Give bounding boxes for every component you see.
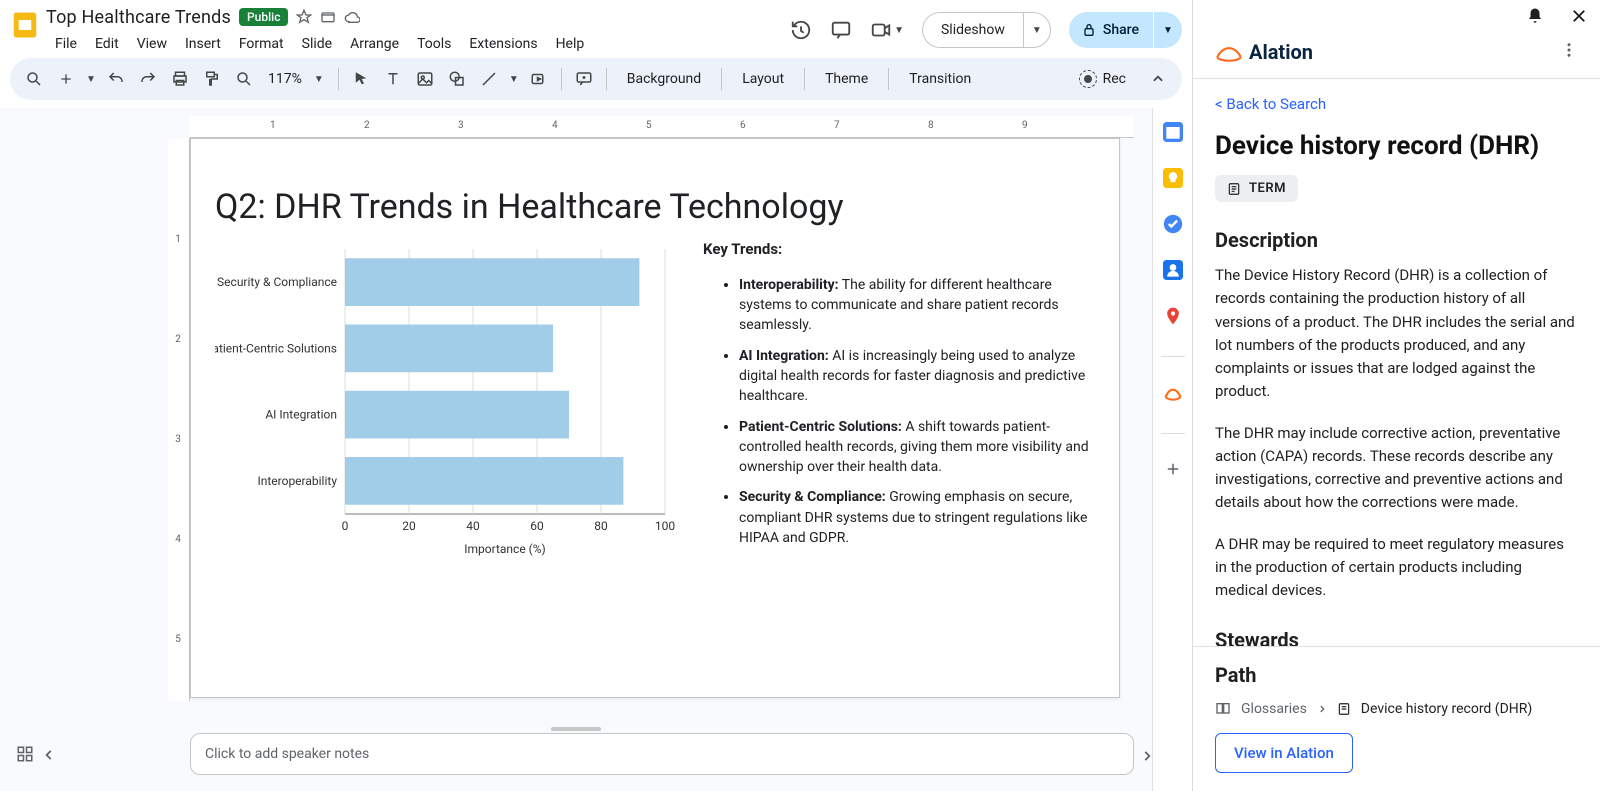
svg-text:AI Integration: AI Integration bbox=[265, 408, 337, 422]
line-icon[interactable] bbox=[475, 65, 503, 93]
layout-button[interactable]: Layout bbox=[730, 71, 796, 87]
trend-item[interactable]: Security & Compliance: Growing emphasis … bbox=[739, 487, 1095, 548]
term-icon bbox=[1337, 702, 1351, 716]
term-title: Device history record (DHR) bbox=[1215, 131, 1578, 161]
share-button[interactable]: Share bbox=[1069, 12, 1153, 48]
svg-text:20: 20 bbox=[402, 519, 416, 533]
slideshow-dropdown[interactable]: ▼ bbox=[1023, 12, 1051, 48]
stewards-heading: Stewards bbox=[1215, 628, 1578, 646]
trend-item[interactable]: Patient-Centric Solutions: A shift towar… bbox=[739, 417, 1095, 478]
transition-button[interactable]: Transition bbox=[897, 71, 983, 87]
cloud-status-icon[interactable] bbox=[344, 9, 360, 25]
glossary-icon bbox=[1215, 701, 1231, 717]
zoom-tool-icon[interactable] bbox=[230, 65, 258, 93]
tasks-app-icon[interactable] bbox=[1163, 214, 1183, 238]
menu-extensions[interactable]: Extensions bbox=[460, 30, 546, 58]
path-root[interactable]: Glossaries bbox=[1241, 701, 1307, 717]
back-to-search-link[interactable]: < Back to Search bbox=[1215, 95, 1578, 113]
alation-brand: Alation bbox=[1215, 40, 1313, 64]
alation-app-icon[interactable] bbox=[1163, 383, 1183, 407]
path-leaf[interactable]: Device history record (DHR) bbox=[1361, 701, 1532, 717]
menu-edit[interactable]: Edit bbox=[86, 30, 128, 58]
menu-help[interactable]: Help bbox=[547, 30, 594, 58]
doc-title[interactable]: Top Healthcare Trends bbox=[46, 7, 231, 28]
svg-text:100: 100 bbox=[655, 519, 675, 533]
svg-text:80: 80 bbox=[594, 519, 608, 533]
insert-video-icon[interactable] bbox=[525, 65, 553, 93]
description-heading: Description bbox=[1215, 228, 1578, 252]
redo-icon[interactable] bbox=[134, 65, 162, 93]
line-dropdown[interactable]: ▼ bbox=[507, 65, 521, 93]
description-paragraph: A DHR may be required to meet regulatory… bbox=[1215, 533, 1578, 603]
theme-button[interactable]: Theme bbox=[813, 71, 880, 87]
svg-text:Interoperability: Interoperability bbox=[257, 474, 337, 488]
notes-resize-handle[interactable] bbox=[551, 727, 601, 731]
chevron-right-icon bbox=[1317, 704, 1327, 714]
svg-text:Patient-Centric Solutions: Patient-Centric Solutions bbox=[215, 341, 337, 355]
shape-icon[interactable] bbox=[443, 65, 471, 93]
meet-button[interactable]: ▼ bbox=[870, 19, 904, 41]
svg-text:Security & Compliance: Security & Compliance bbox=[217, 275, 337, 289]
svg-text:Importance (%): Importance (%) bbox=[464, 542, 546, 556]
text-box-icon[interactable] bbox=[379, 65, 407, 93]
description-paragraph: The Device History Record (DHR) is a col… bbox=[1215, 264, 1578, 404]
add-addon-icon[interactable] bbox=[1164, 460, 1182, 482]
comment-icon[interactable] bbox=[830, 19, 852, 41]
prev-slide-icon[interactable] bbox=[42, 747, 56, 766]
term-type-chip: TERM bbox=[1215, 175, 1298, 202]
rec-button[interactable]: Rec bbox=[1079, 70, 1126, 88]
new-slide-button[interactable] bbox=[52, 65, 80, 93]
slide-chart[interactable]: 0 20 40 60 80 100 Importance (%) Security & Com… bbox=[215, 239, 675, 563]
path-heading: Path bbox=[1215, 663, 1578, 687]
collapse-toolbar-icon[interactable] bbox=[1144, 65, 1172, 93]
star-icon[interactable] bbox=[296, 9, 312, 25]
close-panel-icon[interactable] bbox=[1570, 7, 1588, 29]
panel-menu-icon[interactable] bbox=[1560, 41, 1578, 63]
maps-app-icon[interactable] bbox=[1163, 306, 1183, 330]
trend-item[interactable]: Interoperability: The ability for differ… bbox=[739, 275, 1095, 336]
slideshow-button[interactable]: Slideshow bbox=[922, 12, 1023, 48]
menu-slide[interactable]: Slide bbox=[293, 30, 341, 58]
calendar-app-icon[interactable] bbox=[1163, 122, 1183, 146]
trend-item[interactable]: AI Integration: AI is increasingly being… bbox=[739, 346, 1095, 407]
move-icon[interactable] bbox=[320, 9, 336, 25]
keep-app-icon[interactable] bbox=[1163, 168, 1183, 192]
menu-arrange[interactable]: Arrange bbox=[341, 30, 408, 58]
slide-title[interactable]: Q2: DHR Trends in Healthcare Technology bbox=[191, 139, 1119, 239]
ruler-horizontal: 123456789 bbox=[190, 116, 1134, 138]
menu-view[interactable]: View bbox=[128, 30, 176, 58]
next-slide-icon[interactable] bbox=[1140, 748, 1154, 767]
view-in-alation-button[interactable]: View in Alation bbox=[1215, 733, 1353, 773]
grid-view-icon[interactable] bbox=[16, 745, 34, 767]
image-icon[interactable] bbox=[411, 65, 439, 93]
ruler-vertical: 12345 bbox=[168, 138, 190, 701]
slides-logo-icon bbox=[10, 10, 40, 40]
svg-text:0: 0 bbox=[342, 519, 349, 533]
zoom-select[interactable]: 117%▼ bbox=[262, 71, 330, 87]
new-slide-dropdown[interactable]: ▼ bbox=[84, 65, 98, 93]
insert-comment-icon[interactable] bbox=[570, 65, 598, 93]
visibility-badge: Public bbox=[239, 8, 288, 26]
description-paragraph: The DHR may include corrective action, p… bbox=[1215, 422, 1578, 515]
contacts-app-icon[interactable] bbox=[1163, 260, 1183, 284]
svg-text:60: 60 bbox=[530, 519, 544, 533]
undo-icon[interactable] bbox=[102, 65, 130, 93]
paint-format-icon[interactable] bbox=[198, 65, 226, 93]
print-icon[interactable] bbox=[166, 65, 194, 93]
notifications-icon[interactable] bbox=[1526, 7, 1544, 29]
key-trends-heading[interactable]: Key Trends: bbox=[703, 239, 1095, 261]
search-menus-icon[interactable] bbox=[20, 65, 48, 93]
menu-format[interactable]: Format bbox=[230, 30, 293, 58]
menu-tools[interactable]: Tools bbox=[408, 30, 460, 58]
svg-text:40: 40 bbox=[466, 519, 480, 533]
toolbar: ▼ 117%▼ ▼ Background Layout Theme Tran bbox=[10, 58, 1182, 100]
select-tool-icon[interactable] bbox=[347, 65, 375, 93]
background-button[interactable]: Background bbox=[615, 71, 713, 87]
slide-canvas[interactable]: Q2: DHR Trends in Healthcare Technology … bbox=[190, 138, 1120, 698]
menu-insert[interactable]: Insert bbox=[176, 30, 230, 58]
share-dropdown[interactable]: ▼ bbox=[1154, 12, 1182, 48]
speaker-notes[interactable]: Click to add speaker notes bbox=[190, 733, 1134, 775]
history-icon[interactable] bbox=[790, 19, 812, 41]
menu-file[interactable]: File bbox=[46, 30, 86, 58]
